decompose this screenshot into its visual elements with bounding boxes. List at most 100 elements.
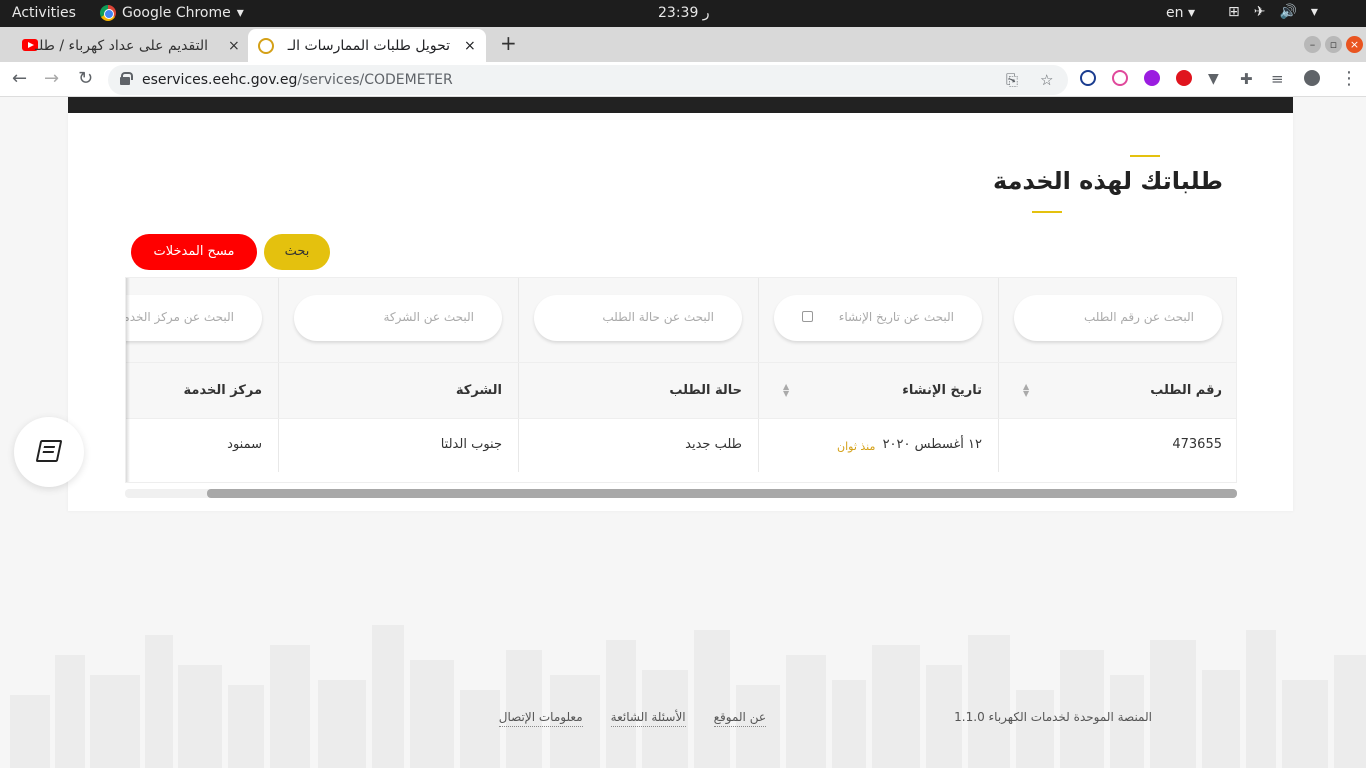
volume-icon: 🔊 [1279,4,1297,20]
title-accent-bottom [1032,211,1062,213]
lock-icon [120,72,133,85]
clock[interactable]: ر 23:39 [658,5,710,21]
cell-company: جنوب الدلتا [278,419,518,472]
footer-link-about[interactable]: عن الموقع [713,710,766,727]
tab-title: التقديم على عداد كهرباء / طلـ [35,37,208,54]
creation-date-value: ١٢ أغسطس ٢٠٢٠ [882,437,982,452]
request-status-filter-input[interactable]: البحث عن حالة الطلب [534,295,742,341]
column-header-creation-date[interactable]: تاريخ الإنشاء ▲ ▼ [758,363,998,418]
language-indicator[interactable]: en ▾ [1166,5,1195,21]
media-queue-icon[interactable]: ≡ [1271,70,1284,88]
tab-close-icon[interactable]: × [464,38,476,54]
sort-icon[interactable]: ▲ ▼ [1023,383,1029,398]
book-icon [35,440,63,462]
column-header-company: الشركة [278,363,518,418]
cell-service-center: سمنود [126,419,278,472]
extension-pink-icon[interactable] [1112,70,1128,86]
tab-meter-application[interactable]: التقديم على عداد كهرباء / طلـ × [12,29,244,62]
new-tab-button[interactable]: + [500,31,517,55]
app-menu[interactable]: Google Chrome ▾ [100,5,244,21]
footer-link-contact[interactable]: معلومات الإتصال [498,710,583,727]
maximize-button[interactable]: ▫ [1325,36,1342,53]
requests-card: طلباتك لهذه الخدمة بحث مسح المدخلات البح… [68,113,1293,511]
activities-button[interactable]: Activities [12,5,76,21]
table-horizontal-scrollbar[interactable] [125,489,1237,498]
translate-icon[interactable]: ⎘ [1006,71,1018,89]
battery-icon: ▾ [1310,4,1318,20]
sort-icon[interactable]: ▲ ▼ [783,383,789,398]
filter-row: البحث عن رقم الطلب البحث عن تاريخ الإنشا… [126,278,1236,362]
request-number-value: 473655 [1172,437,1222,452]
window-controls: – ▫ × [1304,36,1363,53]
title-accent-top [1130,155,1160,157]
company-filter-input[interactable]: البحث عن الشركة [294,295,502,341]
app-name: Google Chrome [122,5,231,21]
reload-button[interactable]: ↻ [78,68,93,89]
address-bar[interactable]: eservices.eehc.gov.eg/services/CODEMETER… [108,65,1068,95]
close-window-button[interactable]: × [1346,36,1363,53]
header-row: رقم الطلب ▲ ▼ تاريخ الإنشاء ▲ ▼ حالة الطلب… [126,362,1236,418]
menu-kebab-icon[interactable]: ⋮ [1340,68,1358,89]
column-header-label: رقم الطلب [1150,383,1222,398]
service-center-filter-input[interactable]: البحث عن مركز الخدمة [126,295,262,341]
extension-purple-icon[interactable] [1144,70,1160,86]
minimize-button[interactable]: – [1304,36,1321,53]
column-header-service-center: مركز الخدمة [126,363,278,418]
extensions-puzzle-icon[interactable]: ✚ [1240,70,1253,88]
footer-brand: المنصة الموحدة لخدمات الكهرباء 1.1.0 [954,710,1152,724]
column-header-request-number[interactable]: رقم الطلب ▲ ▼ [998,363,1236,418]
column-header-label: مركز الخدمة [183,383,262,398]
filter-cell-request-status: البحث عن حالة الطلب [518,278,758,362]
system-tray[interactable]: ⊞ ✈ 🔊 ▾ [1228,4,1318,20]
os-top-bar: Activities Google Chrome ▾ ر 23:39 en ▾ … [0,0,1366,27]
tab-practices-transfer[interactable]: تحويل طلبات الممارسات الـ × [248,29,486,62]
bookmark-star-icon[interactable]: ☆ [1040,71,1053,89]
cell-request-status: طلب جديد [518,419,758,472]
extension-opera-icon[interactable] [1176,70,1192,86]
network-icon: ⊞ [1228,4,1240,20]
request-number-filter-input[interactable]: البحث عن رقم الطلب [1014,295,1222,341]
column-header-label: حالة الطلب [669,383,742,398]
request-status-value: طلب جديد [685,437,742,452]
footer-links: عن الموقع الأسئلة الشائعة معلومات الإتصا… [498,710,766,727]
search-button[interactable]: بحث [264,234,330,270]
filter-cell-service-center: البحث عن مركز الخدمة [126,278,278,362]
page-title: طلباتك لهذه الخدمة [993,167,1223,195]
page-viewport: طلباتك لهذه الخدمة بحث مسح المدخلات البح… [0,97,1366,768]
cell-request-number: 473655 [998,419,1236,472]
column-header-request-status: حالة الطلب [518,363,758,418]
forward-button[interactable]: → [44,68,59,89]
column-header-label: تاريخ الإنشاء [902,383,982,398]
tab-strip: التقديم على عداد كهرباء / طلـ × تحويل طل… [0,27,1366,62]
header-band [68,97,1293,113]
chrome-icon [100,5,116,21]
relative-time-label: منذ ثوان [837,440,876,453]
filter-cell-creation-date: البحث عن تاريخ الإنشاء [758,278,998,362]
chevron-down-icon: ▾ [236,5,244,21]
scrollbar-thumb[interactable] [207,489,1237,498]
table-row[interactable]: 473655 ١٢ أغسطس ٢٠٢٠ منذ ثوان طلب جديد ج… [126,418,1236,472]
filter-cell-company: البحث عن الشركة [278,278,518,362]
clear-inputs-button[interactable]: مسح المدخلات [131,234,257,270]
footer-link-faq[interactable]: الأسئلة الشائعة [610,710,686,727]
browser-toolbar: ← → ↻ eservices.eehc.gov.eg/services/COD… [0,62,1366,97]
url-host: eservices.eehc.gov.eg [142,72,298,88]
language-label: en [1166,5,1184,21]
company-value: جنوب الدلتا [440,437,502,452]
url-path: /services/CODEMETER [297,72,453,88]
cell-creation-date: ١٢ أغسطس ٢٠٢٠ منذ ثوان [758,419,998,472]
extension-v-icon[interactable]: ▼ [1208,71,1219,87]
tab-title: تحويل طلبات الممارسات الـ [287,37,450,54]
back-button[interactable]: ← [12,68,27,89]
scroll-shadow [126,278,130,482]
creation-date-filter-input[interactable]: البحث عن تاريخ الإنشاء [774,295,982,341]
help-guide-button[interactable] [14,417,84,487]
profile-avatar-icon[interactable] [1304,70,1320,86]
extension-block-icon[interactable] [1080,70,1096,86]
tab-close-icon[interactable]: × [228,38,240,54]
airplane-icon: ✈ [1253,4,1266,20]
filter-cell-request-number: البحث عن رقم الطلب [998,278,1236,362]
requests-table: البحث عن رقم الطلب البحث عن تاريخ الإنشا… [125,277,1237,483]
column-header-label: الشركة [455,383,502,398]
url-text: eservices.eehc.gov.eg/services/CODEMETER [142,72,453,88]
